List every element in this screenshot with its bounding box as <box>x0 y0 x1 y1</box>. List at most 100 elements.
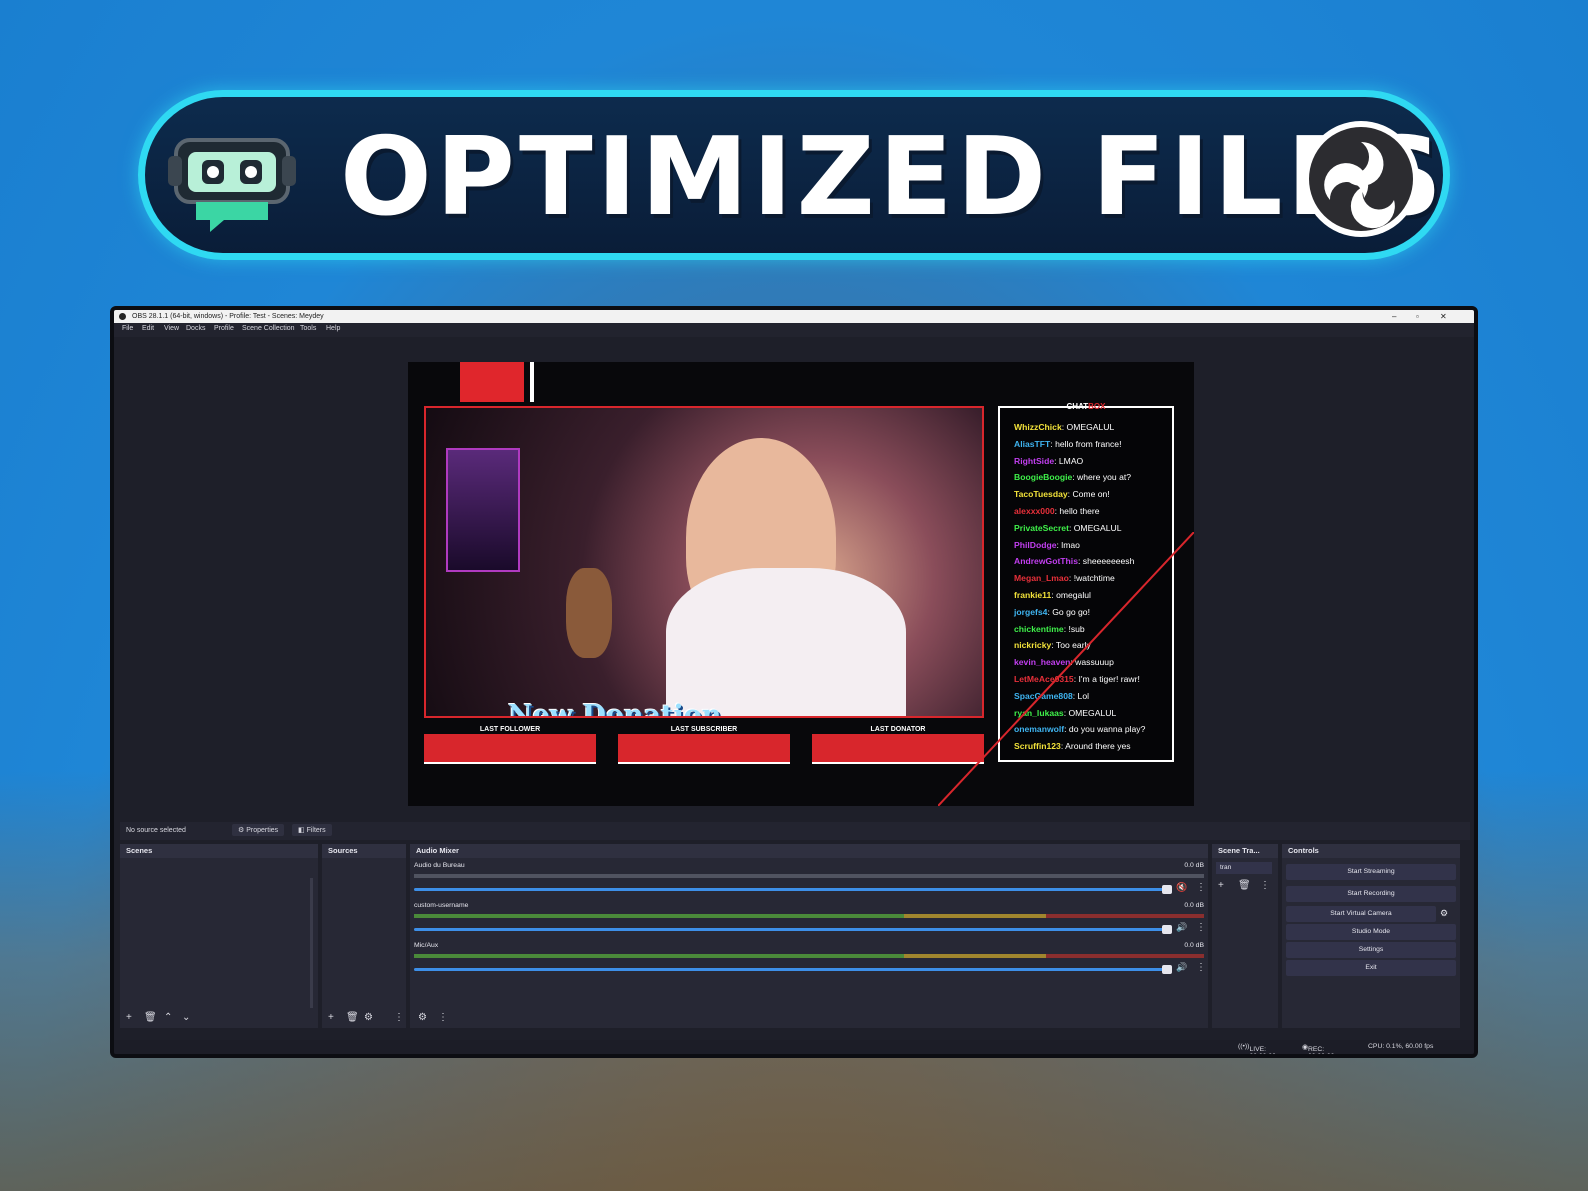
menu-view[interactable]: View <box>164 325 179 332</box>
volume-fader[interactable] <box>414 928 1166 931</box>
move-down-icon[interactable]: ⌄ <box>182 1012 190 1023</box>
preview-area[interactable]: New Donation CHATBOX WhizzChick: OMEGALU… <box>120 338 1470 818</box>
chat-message: AliasTFT: hello from france! <box>1014 439 1121 449</box>
settings-button[interactable]: Settings <box>1286 942 1456 958</box>
chat-username: TacoTuesday <box>1014 489 1068 500</box>
mixer-more-icon[interactable]: ⋮ <box>1196 922 1206 933</box>
advanced-audio-icon[interactable]: ⚙ <box>418 1012 427 1023</box>
mixer-source-name: custom-username <box>414 902 469 909</box>
add-scene-icon[interactable]: + <box>126 1012 132 1023</box>
overlay-red-slash <box>938 532 1194 806</box>
sources-dock: Sources + 🗑 ⚙ ⋮ <box>322 844 406 1028</box>
last-follower-bar: LAST FOLLOWER <box>424 726 596 764</box>
live-status: ((•)) LIVE: 00:00:00 <box>1238 1043 1276 1058</box>
sources-toolbar: + 🗑 ⚙ ⋮ <box>322 1008 406 1028</box>
scenes-toolbar: + 🗑 ⌃ ⌄ <box>120 1008 318 1028</box>
source-properties-icon[interactable]: ⚙ <box>364 1012 373 1023</box>
chat-username: alexxx000 <box>1014 506 1055 516</box>
volume-fader[interactable] <box>414 888 1166 891</box>
mixer-row: Audio du Bureau 0.0 dB 🔇 ⋮ <box>414 862 1206 900</box>
stream-canvas[interactable]: New Donation CHATBOX WhizzChick: OMEGALU… <box>408 362 1194 806</box>
mixer-more-icon[interactable]: ⋮ <box>1196 882 1206 893</box>
mixer-db-value: 0.0 dB <box>1184 902 1204 909</box>
speaker-icon[interactable]: 🔊 <box>1176 922 1187 933</box>
mixer-more-icon[interactable]: ⋮ <box>1196 962 1206 973</box>
filters-button[interactable]: ◧ Filters <box>292 824 332 836</box>
mixer-source-name: Mic/Aux <box>414 942 439 949</box>
mixer-menu-icon[interactable]: ⋮ <box>438 1012 448 1023</box>
transition-menu-icon[interactable]: ⋮ <box>1260 880 1270 891</box>
transition-select[interactable]: tran <box>1216 862 1272 874</box>
last-follower-label: LAST FOLLOWER <box>479 726 541 733</box>
chat-username: WhizzChick <box>1014 422 1062 432</box>
audio-mixer-title: Audio Mixer <box>410 844 1208 858</box>
start-virtual-camera-button[interactable]: Start Virtual Camera <box>1286 906 1436 922</box>
source-more-icon[interactable]: ⋮ <box>394 1012 404 1023</box>
webcam-scene: New Donation <box>424 406 984 718</box>
chat-title: CHATBOX <box>1066 402 1106 411</box>
start-streaming-button[interactable]: Start Streaming <box>1286 864 1456 880</box>
menu-help[interactable]: Help <box>326 325 340 332</box>
chat-text: hello there <box>1059 506 1100 516</box>
controls-title: Controls <box>1282 844 1460 858</box>
chat-username: BoogieBoogie <box>1014 472 1073 483</box>
last-subscriber-bar: LAST SUBSCRIBER <box>618 726 790 764</box>
muted-speaker-icon[interactable]: 🔇 <box>1176 882 1187 893</box>
scene-transitions-dock: Scene Tra... tran + 🗑 ⋮ <box>1212 844 1278 1028</box>
volume-fader-knob[interactable] <box>1162 965 1172 974</box>
minimize-icon[interactable]: – <box>1392 310 1396 323</box>
menu-profile[interactable]: Profile <box>214 325 234 332</box>
menu-edit[interactable]: Edit <box>142 325 154 332</box>
volume-meter <box>414 914 1204 918</box>
chat-message: BoogieBoogie: where you at? <box>1014 472 1131 482</box>
exit-button[interactable]: Exit <box>1286 960 1456 976</box>
chat-message: alexxx000: hello there <box>1014 506 1100 516</box>
chat-message: RightSide: LMAO <box>1014 456 1083 466</box>
speaker-icon[interactable]: 🔊 <box>1176 962 1187 973</box>
overlay-white-stripe <box>530 362 534 402</box>
volume-meter <box>414 954 1204 958</box>
obs-app-icon <box>119 313 126 320</box>
monkey-sticker <box>566 568 612 658</box>
close-icon[interactable]: ✕ <box>1440 310 1447 323</box>
remove-transition-icon[interactable]: 🗑 <box>1238 880 1251 891</box>
chat-text: hello from france! <box>1055 438 1122 449</box>
scenes-dock-title: Scenes <box>120 844 318 858</box>
chat-message: TacoTuesday: Come on! <box>1014 489 1110 499</box>
scenes-scrollbar[interactable] <box>310 878 313 1008</box>
banner-title: OPTIMIZED FILES <box>340 115 1447 240</box>
volume-meter <box>414 874 1204 878</box>
remove-source-icon[interactable]: 🗑 <box>346 1012 359 1023</box>
audio-mixer-dock: Audio Mixer Audio du Bureau 0.0 dB 🔇 ⋮ c… <box>410 844 1208 1028</box>
obs-window: OBS 28.1.1 (64-bit, windows) - Profile: … <box>110 306 1478 1058</box>
chat-text: LMAO <box>1058 455 1084 466</box>
mixer-db-value: 0.0 dB <box>1184 942 1204 949</box>
mixer-db-value: 0.0 dB <box>1184 862 1204 869</box>
move-up-icon[interactable]: ⌃ <box>164 1012 172 1023</box>
menu-scene-collection[interactable]: Scene Collection <box>242 325 295 332</box>
window-titlebar: OBS 28.1.1 (64-bit, windows) - Profile: … <box>114 310 1474 323</box>
remove-scene-icon[interactable]: 🗑 <box>144 1012 157 1023</box>
menu-file[interactable]: File <box>122 325 133 332</box>
mixer-source-name: Audio du Bureau <box>414 862 465 869</box>
cpu-status: CPU: 0.1%, 60.00 fps <box>1368 1043 1434 1050</box>
add-transition-icon[interactable]: + <box>1218 880 1224 891</box>
volume-fader-knob[interactable] <box>1162 885 1172 894</box>
person-shirt <box>666 568 906 716</box>
properties-button[interactable]: ⚙ Properties <box>232 824 285 836</box>
maximize-icon[interactable]: ▫ <box>1416 310 1419 323</box>
obs-logo-icon <box>1303 121 1419 237</box>
volume-fader[interactable] <box>414 968 1166 971</box>
menu-tools[interactable]: Tools <box>300 325 316 332</box>
chat-message: WhizzChick: OMEGALUL <box>1014 422 1114 432</box>
add-source-icon[interactable]: + <box>328 1012 334 1023</box>
mixer-row: custom-username 0.0 dB 🔊 ⋮ <box>414 902 1206 940</box>
mixer-toolbar: ⚙ ⋮ <box>410 1008 1208 1028</box>
volume-fader-knob[interactable] <box>1162 925 1172 934</box>
studio-mode-button[interactable]: Studio Mode <box>1286 924 1456 940</box>
donation-alert: New Donation <box>508 700 722 718</box>
source-toolbar: No source selected ⚙ Properties ◧ Filter… <box>120 822 1470 840</box>
virtual-camera-settings-icon[interactable]: ⚙ <box>1440 908 1448 919</box>
menu-docks[interactable]: Docks <box>186 325 205 332</box>
start-recording-button[interactable]: Start Recording <box>1286 886 1456 902</box>
